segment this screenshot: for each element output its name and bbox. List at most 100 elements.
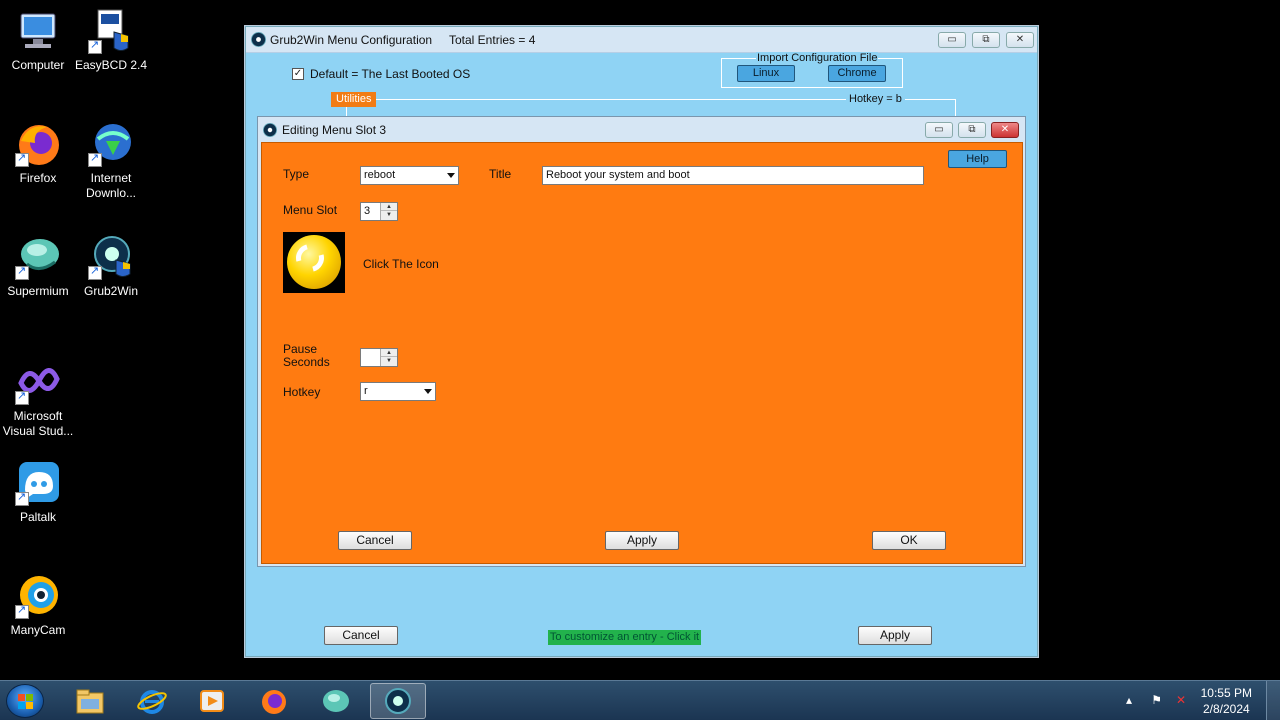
paltalk-icon (15, 460, 61, 506)
grub2win-icon (385, 688, 411, 714)
editing-menu-slot-dialog: Editing Menu Slot 3 ▭ ⧉ ✕ Help Type rebo… (257, 116, 1026, 567)
desktop-icon-label: ManyCam (10, 623, 66, 637)
desktop-icon-label: Paltalk (19, 510, 57, 524)
main-window-title: Grub2Win Menu Configuration (270, 33, 433, 47)
desktop-icon-easybcd[interactable]: EasyBCD 2.4 (73, 8, 149, 73)
default-last-booted-row[interactable]: ✓ Default = The Last Booted OS (292, 67, 470, 81)
chevron-down-icon (447, 173, 455, 178)
chevron-down-icon (424, 389, 432, 394)
desktop-icon-grub2win[interactable]: Grub2Win (73, 234, 149, 299)
clock-time: 10:55 PM (1200, 686, 1252, 700)
grub2win-logo-icon (251, 32, 266, 47)
spinner-icon[interactable]: ▲ ▼ (380, 349, 397, 366)
pause-label-line2: Seconds (283, 355, 330, 369)
easybcd-icon (88, 8, 134, 54)
hotkey-select-value: r (364, 385, 368, 397)
desktop-icon-firefox[interactable]: Firefox (0, 121, 76, 186)
reboot-icon[interactable] (283, 232, 345, 293)
desktop-icon-label: Firefox (19, 171, 57, 185)
desktop-icon-idm[interactable]: Internet Downlo... (73, 121, 149, 201)
dialog-maximize-button[interactable]: ⧉ (958, 122, 986, 138)
taskbar-media-player[interactable] (184, 683, 240, 719)
pause-seconds-stepper[interactable]: ▲ ▼ (360, 348, 398, 367)
taskbar: ▴ ⚑ ✕ 10:55 PM 2/8/2024 (0, 680, 1280, 720)
type-label: Type (283, 167, 310, 181)
type-select[interactable]: reboot (360, 166, 459, 185)
desktop-icon-label: EasyBCD 2.4 (74, 58, 148, 72)
title-input[interactable]: Reboot your system and boot (542, 166, 924, 185)
hotkey-label: Hotkey (283, 385, 321, 399)
utilities-tag[interactable]: Utilities (331, 92, 377, 107)
menu-slot-label: Menu Slot (283, 203, 338, 217)
type-select-value: reboot (364, 169, 396, 181)
default-last-booted-checkbox[interactable]: ✓ (292, 68, 304, 80)
clock-date: 2/8/2024 (1202, 702, 1250, 716)
start-button[interactable] (6, 684, 44, 718)
main-title-bar[interactable]: Grub2Win Menu Configuration Total Entrie… (246, 27, 1037, 53)
main-apply-button[interactable]: Apply (858, 626, 932, 645)
firefox-icon (262, 690, 286, 714)
minimize-button[interactable]: ▭ (938, 32, 966, 48)
import-chrome-button[interactable]: Chrome (828, 65, 886, 82)
internet-explorer-icon (137, 690, 167, 714)
dialog-ok-button[interactable]: OK (872, 531, 946, 550)
file-explorer-icon (76, 689, 104, 714)
dialog-title: Editing Menu Slot 3 (282, 123, 387, 137)
dialog-body: Help Type reboot Title Reboot your syste… (261, 142, 1023, 564)
action-center-flag-icon[interactable]: ⚑ (1151, 693, 1162, 707)
title-label: Title (489, 167, 512, 181)
menu-slot-value: 3 (364, 205, 371, 217)
spinner-icon[interactable]: ▲ ▼ (380, 203, 397, 220)
network-disconnected-icon[interactable]: ✕ (1176, 693, 1186, 707)
grub2win-icon (88, 234, 134, 280)
import-config-label: Import Configuration File (756, 52, 879, 64)
menu-slot-stepper[interactable]: 3 ▲ ▼ (360, 202, 398, 221)
system-clock[interactable]: 10:55 PM 2/8/2024 (1201, 685, 1252, 717)
supermium-icon (323, 690, 349, 712)
taskbar-internet-explorer[interactable] (124, 683, 180, 719)
desktop-icon-visual-studio[interactable]: Microsoft Visual Stud... (0, 359, 76, 439)
show-desktop-button[interactable] (1266, 681, 1280, 720)
total-entries-label: Total Entries = 4 (449, 33, 536, 47)
taskbar-grub2win[interactable] (370, 683, 426, 719)
dialog-close-button[interactable]: ✕ (991, 122, 1019, 138)
media-player-icon (200, 690, 224, 712)
taskbar-file-explorer[interactable] (62, 683, 118, 719)
desktop-icon-label: Microsoft Visual Stud... (2, 409, 74, 438)
manycam-icon (15, 573, 61, 619)
dialog-title-bar[interactable]: Editing Menu Slot 3 ▭ ⧉ ✕ (258, 117, 1025, 142)
main-cancel-button[interactable]: Cancel (324, 626, 398, 645)
dialog-apply-button[interactable]: Apply (605, 531, 679, 550)
maximize-button[interactable]: ⧉ (972, 32, 1000, 48)
grub2win-logo-icon (263, 123, 277, 137)
close-button[interactable]: ✕ (1006, 32, 1034, 48)
desktop-icon-computer[interactable]: Computer (0, 8, 76, 73)
computer-icon (15, 8, 61, 54)
idm-icon (88, 121, 134, 167)
hotkey-select[interactable]: r (360, 382, 436, 401)
firefox-icon (15, 121, 61, 167)
desktop-icon-label: Computer (11, 58, 65, 72)
supermium-icon (15, 234, 61, 280)
hotkey-b-label: Hotkey = b (846, 93, 905, 105)
desktop-icon-label: Grub2Win (83, 284, 139, 298)
import-linux-button[interactable]: Linux (737, 65, 795, 82)
windows-logo-icon (18, 694, 34, 710)
default-last-booted-label: Default = The Last Booted OS (310, 67, 471, 81)
click-the-icon-label: Click The Icon (363, 257, 439, 271)
visual-studio-icon (15, 359, 61, 405)
help-button[interactable]: Help (948, 150, 1007, 168)
title-input-value: Reboot your system and boot (546, 169, 690, 181)
taskbar-supermium[interactable] (308, 683, 364, 719)
tray-overflow-chevron-icon[interactable]: ▴ (1126, 693, 1132, 707)
desktop-icon-supermium[interactable]: Supermium (0, 234, 76, 299)
dialog-minimize-button[interactable]: ▭ (925, 122, 953, 138)
desktop-icon-manycam[interactable]: ManyCam (0, 573, 76, 638)
desktop-icon-label: Supermium (7, 284, 69, 298)
pause-label-line1: Pause (283, 342, 318, 356)
desktop-icon-paltalk[interactable]: Paltalk (0, 460, 76, 525)
status-hint: To customize an entry - Click it (548, 630, 701, 645)
taskbar-firefox[interactable] (246, 683, 302, 719)
desktop-icon-label: Internet Downlo... (85, 171, 137, 200)
dialog-cancel-button[interactable]: Cancel (338, 531, 412, 550)
